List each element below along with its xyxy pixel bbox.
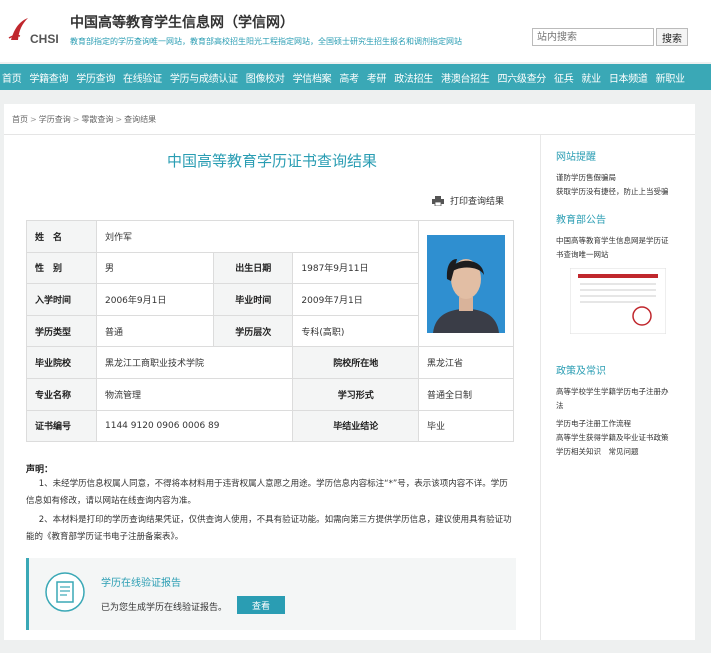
print-label: 打印查询结果 (450, 197, 505, 207)
table-row: 专业名称 物流管理 学习形式 普通全日制 (26, 377, 514, 411)
cert-label: 证书编号 (26, 409, 97, 443)
breadcrumb-item[interactable]: 零散查询 (81, 115, 113, 124)
sidebar-title-reminder: 网站提醒 (556, 152, 596, 163)
breadcrumb-separator: > (115, 115, 123, 124)
nav-item[interactable]: 首页 (2, 70, 22, 85)
nav-item[interactable]: 学历与成绩认证 (170, 70, 238, 85)
cert-value: 1144 9120 0906 0006 89 (95, 409, 294, 443)
breadcrumb-separator: > (30, 115, 37, 124)
content-panel: 首页 > 学历查询 > 零散查询 > 查询结果 中国高等教育学历证书查询结果 打印查询结果 … (4, 104, 695, 640)
enroll-value: 2006年9月1日 (95, 283, 215, 316)
student-photo (427, 234, 505, 333)
notice-paragraph-1: 1、未经学历信息权属人同意，不得将本材料用于违背权属人意愿之用途。学历信息内容标… (26, 479, 508, 506)
site-header: CHSI 中国高等教育学生信息网（学信网） 教育部指定的学历查询唯一网站，教育部… (0, 0, 711, 62)
nav-item[interactable]: 学信档案 (293, 70, 332, 85)
notice-paragraph-2: 2、本材料是打印的学历查询结果凭证，仅供查询人使用，不具有验证功能。如需向第三方… (26, 515, 512, 542)
form-value: 普通全日制 (418, 377, 514, 411)
column-divider (540, 135, 541, 640)
view-report-button[interactable]: 查看 (237, 596, 285, 614)
nav-item[interactable]: 政法招生 (394, 70, 433, 85)
sidebar-title-announcement: 教育部公告 (556, 215, 606, 226)
nav-item[interactable]: 考研 (367, 70, 387, 85)
nav-item[interactable]: 高考 (339, 70, 359, 85)
sidebar-title-policy: 政策及常识 (556, 366, 606, 377)
sidebar-link[interactable]: 高等学生获得学籍及毕业证书政策 (556, 431, 688, 445)
form-label: 学习形式 (292, 377, 419, 411)
page-title: 中国高等教育学历证书查询结果 (166, 152, 377, 170)
school-value: 黑龙江工商职业技术学院 (95, 346, 294, 379)
chsi-logo[interactable]: CHSI (6, 16, 64, 50)
table-row: 毕业院校 黑龙江工商职业技术学院 院校所在地 黑龙江省 (26, 346, 514, 379)
nav-item[interactable]: 学历查询 (76, 70, 115, 85)
breadcrumb-item[interactable]: 学历查询 (39, 115, 71, 124)
nav-item[interactable]: 新职业 (656, 70, 685, 85)
print-button[interactable]: 打印查询结果 (432, 194, 504, 207)
grad-label: 毕业时间 (213, 283, 294, 316)
certificate-table: 姓 名 刘作军 性 别 男 出生日期 1987年9月11日 入学时间 2006年 (26, 219, 514, 443)
grad-value: 2009年7月1日 (292, 283, 419, 316)
sidebar: 网站提醒 谨防学历售假骗局 获取学历没有捷径，防止上当受骗 教育部公告 中国高等… (556, 148, 688, 459)
breadcrumb: 首页 > 学历查询 > 零散查询 > 查询结果 (12, 114, 156, 125)
location-value: 黑龙江省 (418, 346, 514, 379)
sidebar-link[interactable]: 高等学校学生学籍学历电子注册办 (556, 385, 688, 399)
major-value: 物流管理 (95, 377, 294, 411)
report-icon (45, 572, 85, 612)
nav-item[interactable]: 在线验证 (123, 70, 162, 85)
name-value: 刘作军 (96, 220, 419, 253)
notice-title: 声明： (26, 465, 54, 475)
sidebar-link[interactable]: 获取学历没有捷径，防止上当受骗 (556, 185, 688, 199)
nav-item[interactable]: 图像校对 (246, 70, 285, 85)
gender-label: 性 别 (26, 251, 97, 285)
search-input[interactable] (532, 28, 654, 46)
photo-cell (418, 219, 514, 348)
site-title: 中国高等教育学生信息网（学信网） (70, 15, 294, 31)
school-label: 毕业院校 (26, 346, 97, 379)
search-button[interactable]: 搜索 (656, 28, 688, 46)
nav-item[interactable]: 就业 (581, 70, 601, 85)
level-value: 专科(高职) (292, 314, 419, 348)
printer-icon (432, 195, 444, 206)
verify-title[interactable]: 学历在线验证报告 (101, 574, 181, 589)
sidebar-link[interactable]: 学历相关知识 常见问题 (556, 445, 688, 459)
main-nav: 首页 学籍查询 学历查询 在线验证 学历与成绩认证 图像校对 学信档案 高考 考研 政法招生 港澳台… (0, 64, 711, 90)
sidebar-link[interactable]: 谨防学历售假骗局 (556, 171, 688, 185)
sidebar-link[interactable]: 学历电子注册工作流程 (556, 417, 688, 431)
table-row: 证书编号 1144 9120 0906 0006 89 毕结业结论 毕业 (26, 409, 514, 443)
enroll-label: 入学时间 (26, 283, 97, 316)
sidebar-link[interactable]: 法 (556, 399, 688, 413)
verify-description: 已为您生成学历在线验证报告。 (101, 603, 228, 613)
chsi-logo-mark-icon (8, 18, 28, 40)
site-subtitle: 教育部指定的学历查询唯一网站，教育部高校招生阳光工程指定网站，全国硕士研究生招生… (70, 37, 462, 46)
nav-item[interactable]: 港澳台招生 (441, 70, 490, 85)
breadcrumb-item: 查询结果 (124, 115, 157, 124)
divider (4, 134, 695, 135)
gender-value: 男 (95, 251, 215, 285)
conclusion-label: 毕结业结论 (292, 409, 419, 443)
name-label: 姓 名 (26, 220, 97, 253)
logo-text: CHSI (30, 32, 59, 46)
table-row: 姓 名 刘作军 (26, 219, 514, 348)
birth-value: 1987年9月11日 (292, 251, 419, 285)
announcement-thumbnail[interactable] (570, 268, 666, 334)
nav-item[interactable]: 征兵 (554, 70, 574, 85)
level-label: 学历层次 (213, 314, 294, 348)
sidebar-link[interactable]: 中国高等教育学生信息网是学历证 (556, 234, 688, 248)
type-label: 学历类型 (26, 314, 97, 348)
nav-item[interactable]: 学籍查询 (29, 70, 68, 85)
major-label: 专业名称 (26, 377, 97, 411)
location-label: 院校所在地 (292, 346, 419, 379)
sidebar-link[interactable]: 书查询唯一网站 (556, 248, 688, 262)
birth-label: 出生日期 (213, 251, 294, 285)
nav-item[interactable]: 四六级查分 (498, 70, 547, 85)
verify-report-box: 学历在线验证报告 已为您生成学历在线验证报告。 查看 (26, 558, 516, 630)
type-value: 普通 (95, 314, 215, 348)
nav-item[interactable]: 日本频道 (609, 70, 648, 85)
breadcrumb-item[interactable]: 首页 (12, 115, 28, 124)
conclusion-value: 毕业 (418, 409, 514, 443)
breadcrumb-separator: > (72, 115, 80, 124)
